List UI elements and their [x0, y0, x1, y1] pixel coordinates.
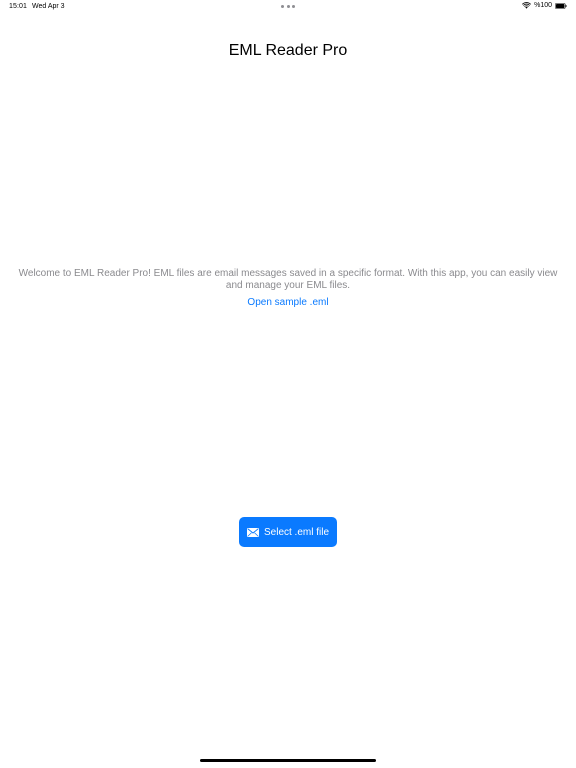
- page-title: EML Reader Pro: [228, 42, 348, 59]
- status-time: 15:01: [9, 3, 28, 10]
- status-right: %100: [522, 2, 567, 9]
- multitasking-dots-icon[interactable]: [281, 5, 295, 8]
- envelope-icon: [246, 527, 259, 537]
- battery-label: %100: [534, 2, 552, 9]
- select-button-label: Select .eml file: [263, 526, 330, 538]
- status-date: Wed Apr 3: [32, 3, 65, 10]
- home-indicator[interactable]: [200, 759, 376, 762]
- status-bar: 15:01 Wed Apr 3 %100: [0, 0, 576, 14]
- welcome-message: Welcome to EML Reader Pro! EML files are…: [18, 268, 558, 291]
- wifi-icon: [522, 2, 532, 9]
- open-sample-link[interactable]: Open sample .eml: [247, 297, 328, 309]
- select-eml-file-button[interactable]: Select .eml file: [239, 517, 337, 547]
- welcome-block: Welcome to EML Reader Pro! EML files are…: [18, 268, 558, 310]
- battery-icon: [555, 2, 567, 9]
